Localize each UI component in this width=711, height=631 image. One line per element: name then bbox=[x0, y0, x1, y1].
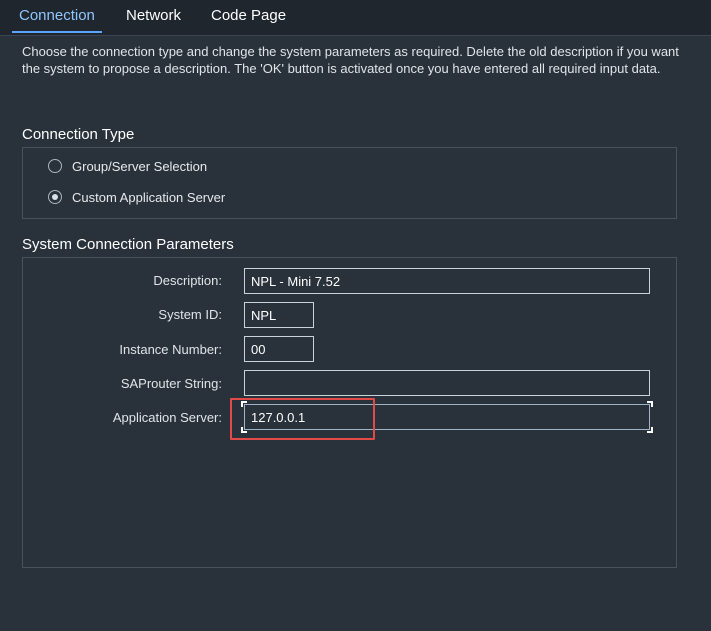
focus-corner-bottom-right bbox=[647, 427, 653, 433]
highlight-box bbox=[230, 398, 375, 440]
tab-connection[interactable]: Connection bbox=[12, 0, 102, 33]
focus-corner-top-right bbox=[647, 401, 653, 407]
tab-network[interactable]: Network bbox=[126, 0, 181, 33]
saprouter-field[interactable] bbox=[244, 370, 650, 396]
saprouter-label: SAProuter String: bbox=[120, 376, 222, 391]
radio-label-custom-app-server: Custom Application Server bbox=[72, 189, 226, 205]
system-id-label: System ID: bbox=[158, 307, 222, 322]
application-server-label: Application Server: bbox=[112, 410, 222, 425]
radio-checked-icon[interactable] bbox=[48, 190, 62, 204]
system-id-field[interactable] bbox=[244, 302, 314, 328]
tab-bar: Connection Network Code Page bbox=[0, 0, 711, 36]
radio-group-server-selection[interactable]: Group/Server Selection bbox=[48, 157, 207, 175]
tab-code-page[interactable]: Code Page bbox=[211, 0, 286, 33]
description-label: Description: bbox=[153, 273, 222, 288]
instance-number-label: Instance Number: bbox=[119, 342, 222, 357]
connection-type-title: Connection Type bbox=[22, 126, 135, 143]
intro-text: Choose the connection type and change th… bbox=[22, 44, 679, 76]
system-params-title: System Connection Parameters bbox=[22, 236, 234, 253]
instance-number-field[interactable] bbox=[244, 336, 314, 362]
radio-label-group-server: Group/Server Selection bbox=[72, 158, 208, 174]
radio-custom-application-server[interactable]: Custom Application Server bbox=[48, 188, 225, 206]
description-field[interactable] bbox=[244, 268, 650, 294]
radio-unchecked-icon[interactable] bbox=[48, 159, 62, 173]
